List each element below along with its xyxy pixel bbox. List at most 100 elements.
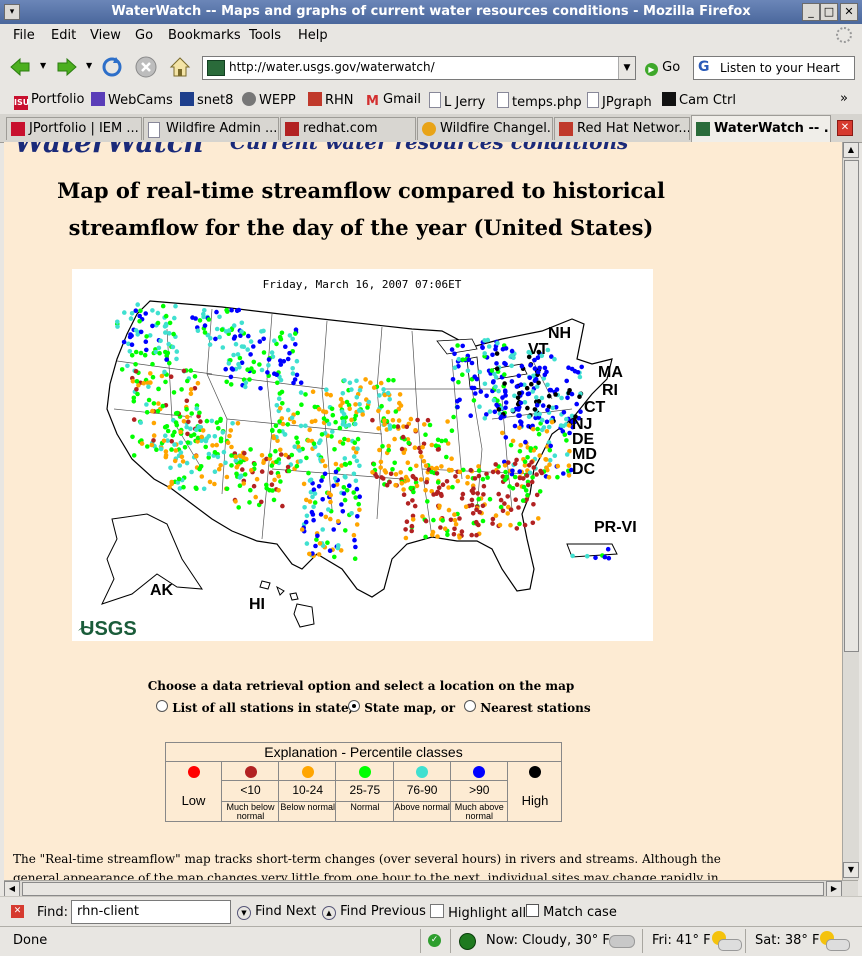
streamflow-map[interactable]: Friday, March 16, 2007 07:06ET NH VT MA … — [72, 269, 653, 641]
match-case-checkbox[interactable]: Match case — [526, 904, 617, 920]
radio-nearest-stations[interactable]: Nearest stations — [464, 700, 591, 715]
legend-low-cell: Low — [166, 761, 221, 821]
tab-label: Wildfire Changel... — [440, 121, 553, 136]
home-icon[interactable] — [168, 55, 192, 79]
bookmark-label: temps.php — [512, 95, 582, 110]
url-dropdown-icon[interactable]: ▼ — [618, 57, 635, 79]
scroll-up-icon[interactable]: ▲ — [843, 142, 859, 158]
find-next-button[interactable]: ▼ Find Next — [237, 904, 316, 920]
site-icon — [207, 60, 225, 76]
maximize-button[interactable]: □ — [820, 3, 838, 21]
page-icon — [497, 92, 509, 108]
label-ma: MA — [598, 364, 623, 381]
scroll-right-icon[interactable]: ▶ — [826, 881, 842, 897]
stop-icon[interactable] — [134, 55, 158, 79]
find-bar: ✕ Find: rhn-client ▼ Find Next ▲ Find Pr… — [0, 896, 862, 927]
tab-redhat[interactable]: redhat.com — [280, 117, 416, 140]
find-next-icon: ▼ — [237, 906, 251, 920]
close-find-icon[interactable]: ✕ — [11, 905, 24, 918]
page-heading-line1: Map of real-time streamflow compared to … — [57, 178, 665, 203]
menu-edit[interactable]: Edit — [51, 28, 76, 43]
horizontal-scroll-thumb[interactable] — [22, 882, 824, 896]
tab-wildfire-admin[interactable]: Wildfire Admin ... — [143, 117, 279, 140]
bookmark-webcams[interactable]: WebCams — [91, 92, 173, 108]
radio-nearest-icon[interactable] — [464, 700, 476, 712]
bookmark-label: Cam Ctrl — [679, 93, 736, 108]
google-search-icon: G — [698, 59, 710, 75]
menu-file[interactable]: File — [13, 28, 35, 43]
isu-icon: ISU — [14, 96, 29, 110]
bookmark-jpgraph[interactable]: JPgraph — [587, 92, 652, 110]
security-ok-icon[interactable]: ✓ — [428, 934, 441, 947]
forward-icon[interactable] — [55, 55, 79, 79]
page-icon — [148, 122, 160, 138]
menu-go[interactable]: Go — [135, 28, 153, 43]
radio-state-map-icon[interactable] — [348, 700, 360, 712]
close-tab-icon[interactable]: ✕ — [837, 120, 853, 136]
bookmarks-overflow-icon[interactable]: » — [840, 91, 848, 106]
bookmark-wepp[interactable]: WEPP — [242, 92, 296, 108]
description-paragraph-line2: general appearance of the map changes ve… — [13, 871, 719, 880]
legend-high-cell: High — [507, 761, 562, 821]
search-box[interactable]: G Listen to your Heart — [693, 56, 855, 80]
class-color-swatch — [244, 766, 257, 778]
high-color-swatch — [529, 766, 541, 778]
label-pr-vi: PR-VI — [594, 519, 637, 536]
tab-jportfolio[interactable]: JPortfolio | IEM ... — [6, 117, 142, 140]
minimize-button[interactable]: _ — [802, 3, 820, 21]
menu-view[interactable]: View — [90, 28, 121, 43]
label-ct: CT — [584, 399, 606, 416]
go-button[interactable]: ▶ Go — [645, 60, 680, 76]
menu-bookmarks[interactable]: Bookmarks — [168, 28, 241, 43]
back-dropdown-icon[interactable]: ▼ — [40, 61, 46, 70]
scroll-down-icon[interactable]: ▼ — [843, 862, 859, 878]
vertical-scrollbar[interactable]: ▲ ▼ — [842, 142, 859, 880]
isu-icon — [11, 122, 25, 136]
go-icon: ▶ — [645, 63, 658, 76]
tab-red-hat-network[interactable]: Red Hat Networ... — [554, 117, 690, 140]
weather-saturday: Sat: 38° F — [755, 933, 820, 948]
bookmark-portfolio[interactable]: ISU Portfolio — [14, 92, 84, 110]
status-bar: Done ✓ Now: Cloudy, 30° F Fri: 41° F Sat… — [0, 926, 862, 956]
vertical-scroll-thumb[interactable] — [844, 160, 859, 652]
back-icon[interactable] — [8, 55, 32, 79]
bookmark-l-jerry[interactable]: L Jerry — [429, 92, 485, 110]
tab-wildfire-changelog[interactable]: Wildfire Changel... — [417, 117, 553, 140]
close-window-button[interactable]: ✕ — [840, 3, 858, 21]
find-input[interactable]: rhn-client — [71, 900, 231, 924]
radio-state-map[interactable]: State map, or — [348, 700, 455, 715]
highlight-all-button[interactable]: Highlight all — [430, 904, 526, 921]
bookmark-label: JPgraph — [602, 95, 652, 110]
legend-class-cell: >90 Much above normal — [449, 761, 508, 821]
find-previous-button[interactable]: ▲ Find Previous — [322, 904, 426, 920]
bookmark-gmail[interactable]: M Gmail — [366, 92, 421, 109]
reload-icon[interactable] — [100, 55, 124, 79]
bookmark-cam-ctrl[interactable]: Cam Ctrl — [662, 92, 736, 108]
legend-high-label: High — [521, 793, 549, 808]
url-bar[interactable]: http://water.usgs.gov/waterwatch/ ▼ — [202, 56, 636, 80]
bookmark-label: L Jerry — [444, 95, 486, 110]
highlight-all-label: Highlight all — [448, 906, 527, 921]
wepp-icon — [242, 92, 256, 106]
bookmark-snet8[interactable]: snet8 — [180, 92, 233, 108]
weather-friday: Fri: 41° F — [652, 933, 711, 948]
rhn-icon — [308, 92, 322, 106]
class-range-label: 76-90 — [406, 783, 438, 797]
tab-label: Wildfire Admin ... — [166, 121, 278, 136]
radio-list-icon[interactable] — [156, 700, 168, 712]
menu-help[interactable]: Help — [298, 28, 328, 43]
weather-globe-icon — [459, 933, 476, 950]
bookmark-temps[interactable]: temps.php — [497, 92, 582, 110]
rhn-icon — [559, 122, 573, 136]
match-case-box[interactable] — [526, 904, 539, 917]
class-range-label: 25-75 — [349, 783, 381, 797]
menu-tools[interactable]: Tools — [249, 28, 281, 43]
horizontal-scrollbar[interactable]: ◀ ▶ — [4, 880, 858, 897]
bookmark-rhn[interactable]: RHN — [308, 92, 354, 108]
radio-list-stations[interactable]: List of all stations in state, — [156, 700, 353, 715]
forward-dropdown-icon[interactable]: ▼ — [86, 61, 92, 70]
page-icon — [429, 92, 441, 108]
tab-waterwatch[interactable]: WaterWatch -- ... — [691, 115, 831, 142]
class-color-swatch — [416, 766, 429, 778]
scroll-left-icon[interactable]: ◀ — [4, 881, 20, 897]
